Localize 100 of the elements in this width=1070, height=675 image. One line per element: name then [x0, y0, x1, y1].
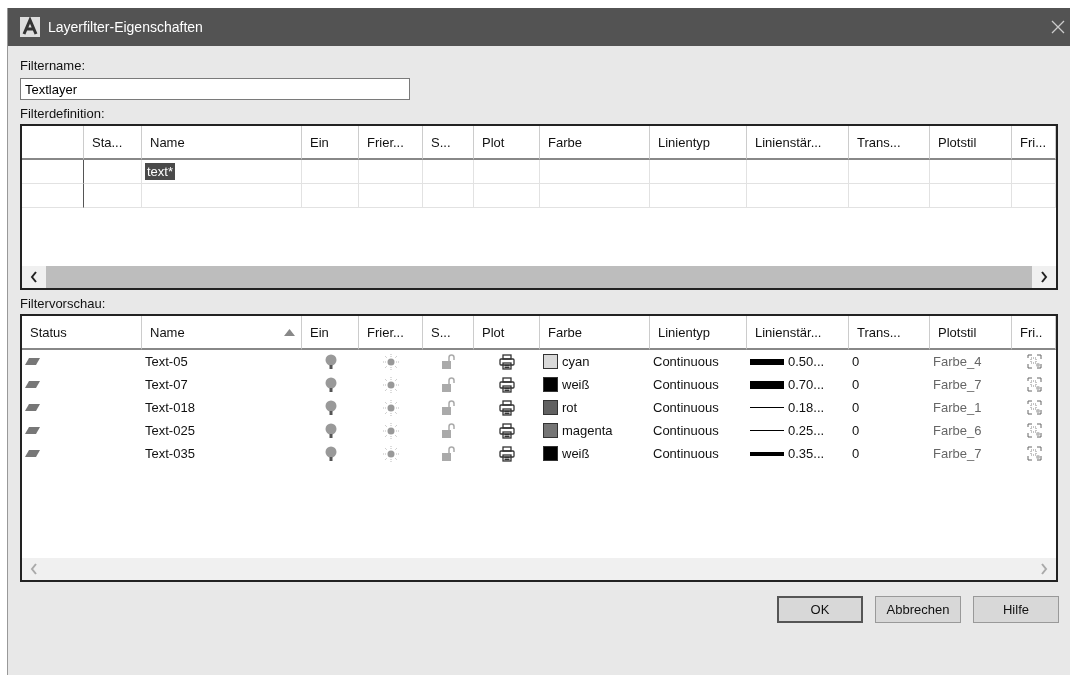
table-cell: Text-07 — [145, 377, 188, 392]
table-cell: Text-05 — [145, 354, 188, 369]
printer-icon — [499, 376, 515, 393]
table-cell: weiß — [562, 377, 590, 392]
layer-icon — [25, 427, 40, 434]
column-header[interactable]: Fri.. — [1012, 316, 1056, 350]
lightbulb-icon — [324, 445, 337, 462]
column-header[interactable]: S... — [423, 126, 474, 160]
sun-icon — [383, 399, 399, 416]
column-header[interactable]: Fri... — [1012, 126, 1056, 160]
column-header[interactable]: Linienstär... — [747, 126, 849, 160]
layer-icon — [25, 404, 40, 411]
unlocked-padlock-icon — [441, 400, 456, 415]
column-header[interactable]: Farbe — [540, 316, 650, 350]
column-header[interactable]: Trans... — [849, 126, 930, 160]
window-title: Layerfilter-Eigenschaften — [48, 19, 204, 35]
table-cell: 0.35... — [788, 446, 825, 461]
table-cell[interactable] — [22, 184, 84, 208]
column-header[interactable]: Plotstil — [930, 316, 1012, 350]
table-cell: Farbe_6 — [933, 423, 982, 438]
table-cell: Text-035 — [145, 446, 195, 461]
table-cell: Farbe_7 — [933, 446, 982, 461]
printer-icon — [499, 422, 515, 439]
table-cell: rot — [562, 400, 578, 415]
table-cell[interactable]: text* — [142, 160, 302, 184]
table-cell: Continuous — [653, 354, 719, 369]
scroll-right-icon[interactable] — [1040, 271, 1048, 283]
sun-icon — [383, 422, 399, 439]
field-label: Filtername: — [20, 57, 87, 75]
table-cell: 0.50... — [788, 354, 825, 369]
table-cell: 0 — [852, 400, 860, 415]
column-header[interactable]: Trans... — [849, 316, 930, 350]
column-header[interactable]: Name — [142, 316, 302, 350]
table-cell: Continuous — [653, 423, 719, 438]
table-cell: 0 — [852, 446, 860, 461]
table-cell: Farbe_4 — [933, 354, 982, 369]
column-header[interactable]: Status — [22, 316, 142, 350]
column-header[interactable]: Ein — [302, 126, 359, 160]
unlocked-padlock-icon — [441, 377, 456, 392]
table-cell: Continuous — [653, 446, 719, 461]
column-header[interactable]: Plot — [474, 316, 540, 350]
viewport-frame-icon — [1026, 377, 1042, 392]
lightbulb-icon — [324, 376, 337, 393]
lightbulb-icon — [324, 399, 337, 416]
table-cell: 0 — [852, 354, 860, 369]
layer-icon — [25, 358, 40, 365]
table-cell: 0.25... — [788, 423, 825, 438]
dialog-button[interactable]: OK — [777, 596, 863, 623]
column-header[interactable]: Farbe — [540, 126, 650, 160]
table-cell: Text-025 — [145, 423, 195, 438]
section-label: Filterdefinition: — [20, 105, 106, 123]
table-cell: 0 — [852, 423, 860, 438]
column-header[interactable]: Linientyp — [650, 316, 747, 350]
layer-icon — [25, 450, 40, 457]
sun-icon — [383, 445, 399, 462]
column-header[interactable]: Sta... — [84, 126, 142, 160]
table-cell: weiß — [562, 446, 590, 461]
column-header[interactable]: Linientyp — [650, 126, 747, 160]
horizontal-scrollbar[interactable] — [22, 266, 1056, 288]
unlocked-padlock-icon — [441, 446, 456, 461]
dialog-button[interactable]: Abbrechen — [875, 596, 961, 623]
table-cell: 0 — [852, 377, 860, 392]
table-cell: cyan — [562, 354, 590, 369]
sort-ascending-icon — [284, 328, 295, 336]
table-cell[interactable] — [22, 160, 84, 184]
table-cell: Continuous — [653, 400, 719, 415]
dialog-button[interactable]: Hilfe — [973, 596, 1059, 623]
filter-name-field[interactable]: Textlayer — [20, 78, 410, 100]
sun-icon — [383, 353, 399, 370]
table-cell: magenta — [562, 423, 613, 438]
unlocked-padlock-icon — [441, 423, 456, 438]
column-header[interactable]: S... — [423, 316, 474, 350]
column-header[interactable]: Linienstär... — [747, 316, 849, 350]
table-cell: 0.70... — [788, 377, 825, 392]
column-header[interactable] — [22, 126, 84, 160]
scroll-left-icon[interactable] — [30, 271, 38, 283]
column-header[interactable]: Frier... — [359, 126, 423, 160]
close-icon[interactable] — [1051, 20, 1065, 34]
printer-icon — [499, 445, 515, 462]
lightbulb-icon — [324, 353, 337, 370]
column-header[interactable]: Plotstil — [930, 126, 1012, 160]
column-header[interactable]: Name — [142, 126, 302, 160]
viewport-frame-icon — [1026, 354, 1042, 369]
printer-icon — [499, 399, 515, 416]
sun-icon — [383, 376, 399, 393]
column-header[interactable]: Plot — [474, 126, 540, 160]
layer-icon — [25, 381, 40, 388]
viewport-frame-icon — [1026, 423, 1042, 438]
table-cell: Farbe_7 — [933, 377, 982, 392]
printer-icon — [499, 353, 515, 370]
viewport-frame-icon — [1026, 400, 1042, 415]
column-header[interactable]: Frier... — [359, 316, 423, 350]
viewport-frame-icon — [1026, 446, 1042, 461]
table-cell: Text-018 — [145, 400, 195, 415]
app-logo-icon — [20, 17, 40, 37]
table-cell: Continuous — [653, 377, 719, 392]
unlocked-padlock-icon — [441, 354, 456, 369]
table-cell: 0.18... — [788, 400, 825, 415]
column-header[interactable]: Ein — [302, 316, 359, 350]
lightbulb-icon — [324, 422, 337, 439]
